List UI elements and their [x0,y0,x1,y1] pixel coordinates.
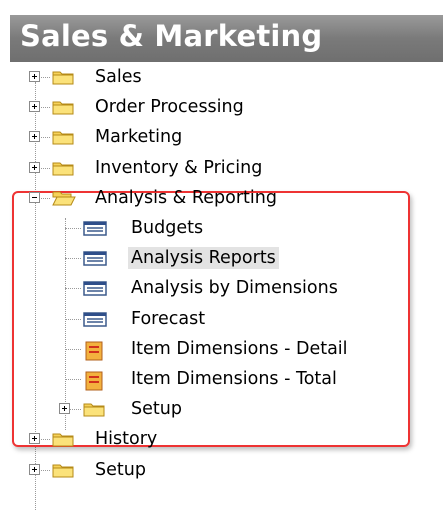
tree-item[interactable]: History [92,424,160,454]
tree-item-label: Order Processing [95,97,244,118]
report-icon [83,341,105,365]
expand-icon[interactable] [59,403,70,415]
expand-icon[interactable] [29,433,40,445]
tree-item-label: Marketing [95,127,183,148]
open-folder-icon [52,190,76,210]
title-bar-area: Sales & Marketing [0,0,443,62]
expand-icon[interactable] [29,71,40,82]
tree-item-label: Inventory & Pricing [95,157,263,178]
section-title: Sales & Marketing [20,19,323,53]
tree-item-label: Budgets [131,218,204,238]
folder-icon [52,129,74,149]
folder-icon [52,160,74,180]
tree-item[interactable]: Budgets [128,213,206,243]
tree-item[interactable]: Order Processing [92,92,247,122]
tree-item-label: Forecast [131,308,206,329]
tree-item-label: History [95,429,158,450]
report-icon [83,371,105,395]
tree-item-label: Setup [131,399,182,420]
tree-item-label: Analysis by Dimensions [131,278,338,299]
tree-item-label: Item Dimensions - Total [131,369,337,389]
tree-item-label: Analysis & Reporting [95,187,277,208]
tree-item-label: Setup [95,459,146,480]
expand-icon[interactable] [29,131,40,143]
tree-item[interactable]: Analysis Reports [128,243,279,273]
tree-item[interactable]: Analysis & Reporting [92,183,280,213]
form-icon [83,220,107,240]
folder-icon [52,431,74,451]
expand-icon[interactable] [29,463,40,475]
tree-item[interactable]: Analysis by Dimensions [128,273,341,303]
collapse-icon[interactable] [29,191,40,203]
form-icon [83,250,107,270]
tree-item[interactable]: Sales [92,62,145,92]
tree-item-label: Analysis Reports [128,247,279,270]
tree-item[interactable]: Inventory & Pricing [92,153,265,183]
tree-item[interactable]: Forecast [128,304,208,334]
form-icon [83,311,107,331]
folder-icon [52,462,74,482]
tree-item[interactable]: Setup [128,394,185,424]
tree-item[interactable]: Marketing [92,122,185,152]
tree-item[interactable]: Item Dimensions - Total [128,364,340,394]
expand-icon[interactable] [29,161,40,173]
form-icon [83,280,107,300]
tree-item-label: Sales [95,67,142,87]
tree-item[interactable]: Setup [92,455,149,485]
folder-icon [52,99,74,119]
tree-item-label: Item Dimensions - Detail [131,338,348,359]
tree-item[interactable]: Item Dimensions - Detail [128,334,351,364]
folder-icon [83,401,105,421]
expand-icon[interactable] [29,101,40,113]
folder-icon [52,69,74,89]
